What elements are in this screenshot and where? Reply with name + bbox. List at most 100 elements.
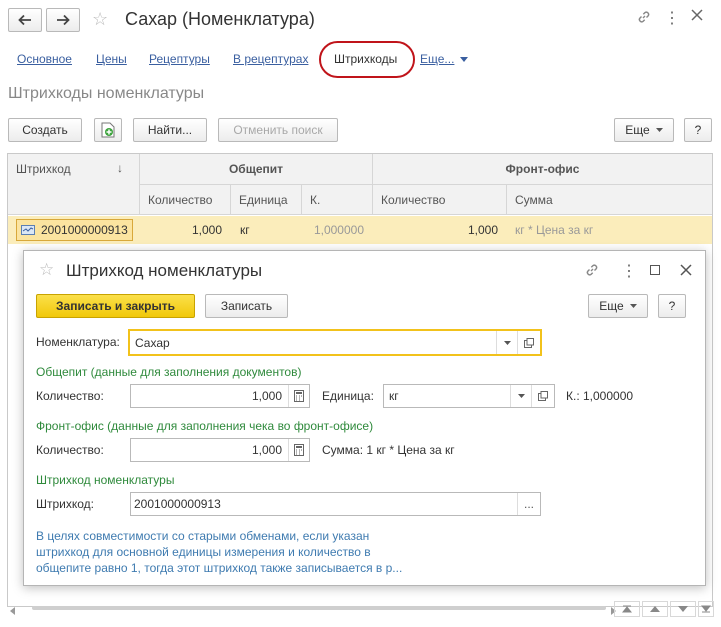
column-header-sum[interactable]: Сумма <box>507 185 712 215</box>
dialog-favorite-star-icon[interactable]: ☆ <box>39 260 54 280</box>
save-button[interactable]: Записать <box>205 294 288 318</box>
barcode-value: 2001000000913 <box>134 497 221 511</box>
tab-recipes[interactable]: Рецептуры <box>149 52 210 66</box>
nomenclature-dropdown-button[interactable] <box>496 331 517 354</box>
scroll-up-button[interactable] <box>642 601 668 617</box>
scroll-left-icon[interactable] <box>8 604 18 618</box>
cancel-search-button[interactable]: Отменить поиск <box>218 118 338 142</box>
compatibility-note: В целях совместимости со старыми обменам… <box>36 528 402 576</box>
dialog-menu-more-icon[interactable]: ⋮ <box>621 261 637 281</box>
open-form-icon <box>538 391 548 401</box>
dialog-more-button[interactable]: Еще <box>588 294 648 318</box>
tab-in-recipes[interactable]: В рецептурах <box>233 52 308 66</box>
more-button-label: Еще <box>625 123 650 137</box>
note-line-3: общепите равно 1, тогда этот штрихкод та… <box>36 561 403 575</box>
help-button[interactable]: ? <box>684 118 712 142</box>
column-group-front-office: Фронт-офис <box>373 154 712 185</box>
group-front-office-title: Фронт-офис (данные для заполнения чека в… <box>36 419 374 433</box>
find-button[interactable]: Найти... <box>133 118 207 142</box>
column-header-unit[interactable]: Единица <box>231 185 302 215</box>
back-button[interactable] <box>8 8 42 32</box>
scroll-up-icon <box>650 606 660 612</box>
add-document-button[interactable] <box>94 118 122 142</box>
calculator-button[interactable] <box>288 439 309 461</box>
tab-main[interactable]: Основное <box>17 52 72 66</box>
scroll-bottom-icon <box>701 605 711 613</box>
more-button[interactable]: Еще <box>614 118 674 142</box>
cell-barcode-focus: 2001000000913 <box>16 219 133 241</box>
tab-barcodes[interactable]: Штрихкоды <box>334 52 397 66</box>
cell-barcode-value: 2001000000913 <box>41 223 128 237</box>
horizontal-scrollbar[interactable] <box>32 606 606 610</box>
scroll-bottom-button[interactable] <box>698 601 714 617</box>
unit-open-button[interactable] <box>531 385 554 407</box>
favorite-star-icon[interactable]: ☆ <box>92 9 108 30</box>
cell-unit[interactable]: кг <box>231 216 302 244</box>
cell-qty1[interactable]: 1,000 <box>140 216 231 244</box>
dialog-title: Штрихкод номенклатуры <box>66 261 263 280</box>
dialog-help-button[interactable]: ? <box>658 294 686 318</box>
chevron-down-icon <box>503 340 511 345</box>
calculator-icon <box>294 444 304 456</box>
nomenclature-open-button[interactable] <box>517 331 540 354</box>
window-title: Сахар (Номенклатура) <box>125 9 315 29</box>
barcode-label: Штрихкод: <box>36 497 95 511</box>
note-line-2: штрихкод для основной единицы измерения … <box>36 545 371 559</box>
forward-button[interactable] <box>46 8 80 32</box>
qty1-field[interactable]: 1,000 <box>130 384 310 408</box>
unit-dropdown-button[interactable] <box>510 385 531 407</box>
cell-k[interactable]: 1,000000 <box>302 216 373 244</box>
tab-prices[interactable]: Цены <box>96 52 127 66</box>
maximize-icon[interactable] <box>650 265 660 275</box>
note-line-1: В целях совместимости со старыми обменам… <box>36 529 370 543</box>
barcode-select-button[interactable]: ... <box>517 493 540 515</box>
qty2-value: 1,000 <box>251 443 282 457</box>
qty1-label: Количество: <box>36 389 104 403</box>
scroll-down-icon <box>678 606 688 612</box>
menu-more-icon[interactable]: ⋮ <box>664 8 680 28</box>
scroll-top-icon <box>622 605 632 613</box>
tab-more-label: Еще... <box>420 52 455 66</box>
cell-sum[interactable]: кг * Цена за кг <box>507 216 712 244</box>
barcode-field[interactable]: 2001000000913 ... <box>130 492 541 516</box>
dialog-more-label: Еще <box>599 299 624 313</box>
qty1-value: 1,000 <box>251 389 282 403</box>
unit-field[interactable]: кг <box>383 384 555 408</box>
chevron-down-icon <box>460 56 469 62</box>
dialog-link-icon[interactable] <box>584 262 600 281</box>
calculator-button[interactable] <box>288 385 309 407</box>
create-button[interactable]: Создать <box>8 118 82 142</box>
section-title: Штрихкоды номенклатуры <box>8 85 205 102</box>
add-document-icon <box>101 122 115 138</box>
link-icon[interactable] <box>636 9 652 28</box>
column-group-catering: Общепит <box>140 154 373 185</box>
open-form-icon <box>524 337 534 348</box>
cell-barcode[interactable]: 2001000000913 <box>8 216 140 244</box>
scroll-top-button[interactable] <box>614 601 640 617</box>
column-header-qty2[interactable]: Количество <box>373 185 507 215</box>
group-catering-title: Общепит (данные для заполнения документо… <box>36 365 302 379</box>
qty2-field[interactable]: 1,000 <box>130 438 310 462</box>
scroll-down-button[interactable] <box>670 601 696 617</box>
chevron-down-icon <box>517 394 525 398</box>
unit-value: кг <box>389 389 399 403</box>
save-and-close-button[interactable]: Записать и закрыть <box>36 294 195 318</box>
close-icon[interactable] <box>690 8 704 25</box>
sum-text: Сумма: 1 кг * Цена за кг <box>322 443 455 457</box>
nomenclature-value: Сахар <box>135 335 170 350</box>
dialog-close-icon[interactable] <box>680 264 692 279</box>
arrow-right-icon <box>57 14 70 26</box>
column-header-barcode-label: Штрихкод <box>16 162 71 176</box>
arrow-left-icon <box>18 14 31 26</box>
nomenclature-field[interactable]: Сахар <box>128 329 542 356</box>
sort-arrow-icon: ↓ <box>117 161 123 175</box>
nomenclature-label: Номенклатура: <box>36 335 120 349</box>
k-text: К.: 1,000000 <box>566 389 634 403</box>
column-header-qty1[interactable]: Количество <box>140 185 231 215</box>
tab-more[interactable]: Еще... <box>420 52 469 66</box>
unit-label: Единица: <box>322 389 374 403</box>
column-header-k[interactable]: К. <box>302 185 373 215</box>
qty2-label: Количество: <box>36 443 104 457</box>
chevron-down-icon <box>655 128 663 132</box>
cell-qty2[interactable]: 1,000 <box>373 216 507 244</box>
